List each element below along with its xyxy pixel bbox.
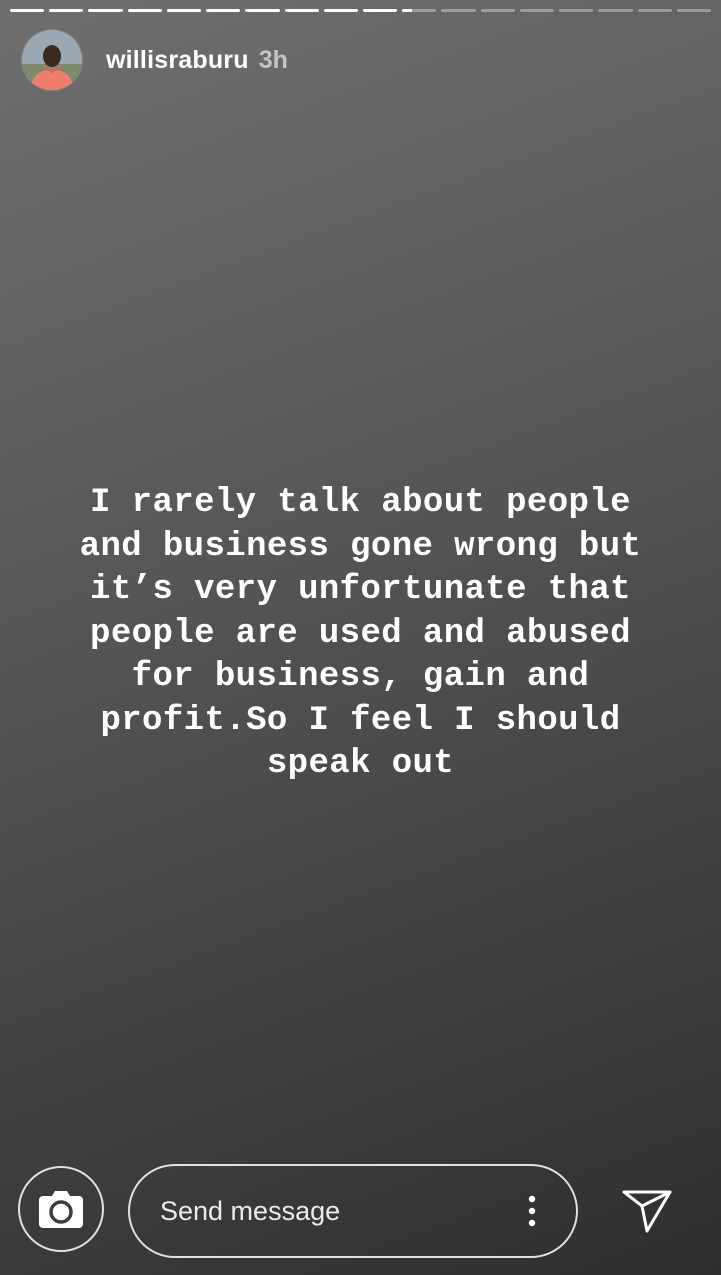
- progress-segment-fill: [402, 9, 413, 12]
- progress-segment: [637, 9, 672, 12]
- progress-segment: [441, 9, 476, 12]
- progress-segment: [519, 9, 555, 12]
- progress-segment-fill: [127, 9, 162, 12]
- progress-segment-fill: [206, 9, 241, 12]
- more-vertical-icon: [528, 1195, 536, 1227]
- progress-segment-fill: [323, 9, 358, 12]
- camera-button[interactable]: [18, 1166, 104, 1252]
- camera-icon: [39, 1191, 83, 1228]
- send-icon: [622, 1190, 672, 1233]
- avatar[interactable]: [22, 30, 82, 90]
- progress-segment: [166, 9, 202, 12]
- progress-segment: [127, 9, 162, 12]
- progress-segment: [676, 9, 711, 12]
- progress-segment-fill: [49, 9, 84, 12]
- story-text: I rarely talk about people and business …: [79, 484, 642, 783]
- progress-segment: [323, 9, 358, 12]
- progress-segment: [88, 9, 123, 12]
- progress-segment-fill: [88, 9, 123, 12]
- progress-segment: [559, 9, 594, 12]
- send-message-input[interactable]: [160, 1195, 522, 1227]
- progress-segment-fill: [166, 9, 202, 12]
- send-message-field[interactable]: [128, 1164, 578, 1258]
- progress-segment: [284, 9, 319, 12]
- progress-segment: [480, 9, 515, 12]
- progress-segment-fill: [362, 9, 398, 12]
- progress-segment: [402, 9, 437, 12]
- progress-segment: [245, 9, 280, 12]
- progress-segment: [206, 9, 241, 12]
- progress-segment-fill: [245, 9, 280, 12]
- progress-segment-fill: [10, 9, 45, 12]
- avatar-image: [22, 30, 82, 90]
- story-progress-bar: [10, 9, 711, 12]
- more-options-button[interactable]: [522, 1191, 542, 1231]
- send-button[interactable]: [620, 1186, 674, 1236]
- progress-segment: [362, 9, 398, 12]
- story-timestamp: 3h: [258, 45, 288, 74]
- story-header: willisraburu 3h: [22, 30, 288, 90]
- story-username[interactable]: willisraburu: [106, 46, 249, 75]
- progress-segment: [49, 9, 84, 12]
- progress-segment-fill: [284, 9, 319, 12]
- progress-segment: [10, 9, 45, 12]
- progress-segment: [598, 9, 633, 12]
- story-viewer[interactable]: willisraburu 3h I rarely talk about peop…: [0, 0, 721, 1275]
